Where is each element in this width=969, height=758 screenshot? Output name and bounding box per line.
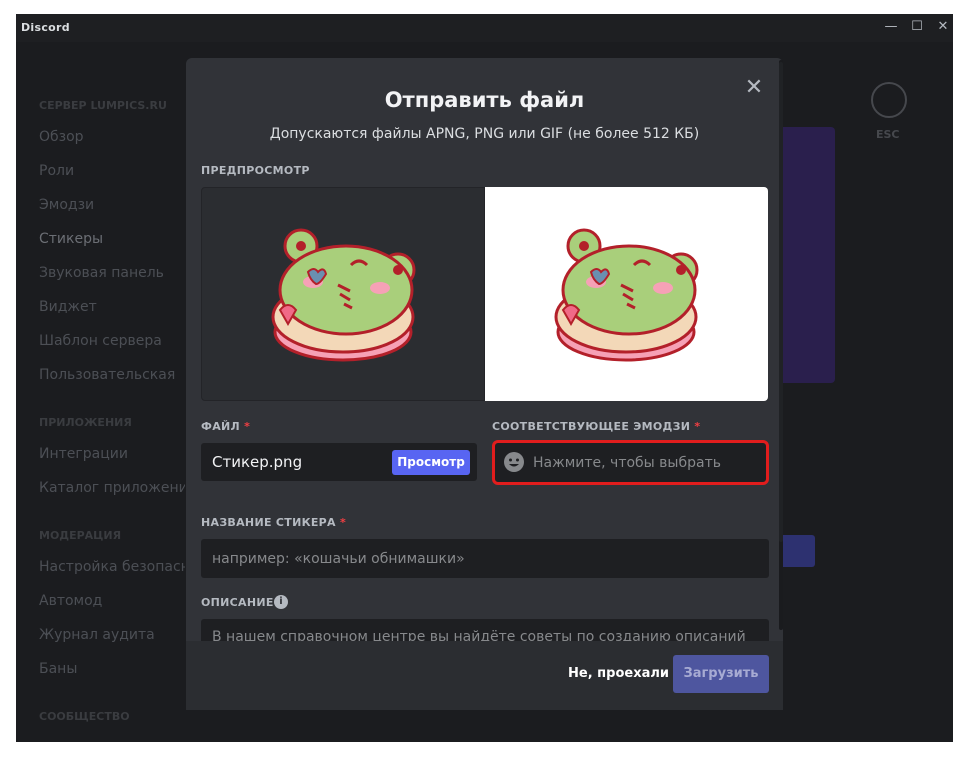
sidebar-item-emoji: Эмодзи	[39, 197, 95, 213]
file-label-text: ФАЙЛ	[201, 420, 240, 433]
sidebar-item-stickers: Стикеры	[39, 231, 104, 247]
emoji-face-icon[interactable]	[503, 451, 525, 473]
sidebar-category: Модерация	[39, 529, 122, 542]
sidebar-item-custom: Пользовательская	[39, 367, 176, 383]
sidebar-item-audit-log: Журнал аудита	[39, 627, 155, 643]
browse-button[interactable]: Просмотр	[392, 450, 470, 475]
modal-title: Отправить файл	[384, 88, 585, 112]
sidebar-item-integrations: Интеграции	[39, 446, 128, 462]
sidebar-item-overview: Обзор	[39, 129, 84, 145]
title-bar: Discord — ☐ ✕	[16, 14, 953, 42]
sidebar-item-bans: Баны	[39, 661, 78, 677]
sidebar-item-template: Шаблон сервера	[39, 333, 162, 349]
description-placeholder: В нашем справочном центре вы найдёте сов…	[212, 629, 746, 641]
emoji-label: СООТВЕТСТВУЮЩЕЕ ЭМОДЗИ *	[492, 420, 700, 433]
esc-close-icon[interactable]	[871, 82, 907, 118]
sticker-name-label-text: НАЗВАНИЕ СТИКЕРА	[201, 516, 336, 529]
sticker-name-placeholder: например: «кошачьи обнимашки»	[212, 551, 465, 567]
required-mark: *	[694, 420, 701, 433]
app-title: Discord	[21, 21, 70, 34]
sticker-image-light	[554, 228, 699, 362]
file-name: Стикер.png	[212, 453, 303, 471]
sticker-name-label: НАЗВАНИЕ СТИКЕРА *	[201, 516, 346, 529]
file-label: ФАЙЛ *	[201, 420, 250, 433]
upload-button[interactable]: Загрузить	[673, 655, 769, 693]
emoji-label-text: СООТВЕТСТВУЮЩЕЕ ЭМОДЗИ	[492, 420, 691, 433]
maximize-icon[interactable]: ☐	[907, 17, 927, 37]
description-label: ОПИСАНИЕ	[201, 596, 274, 609]
description-input[interactable]: В нашем справочном центре вы найдёте сов…	[201, 619, 769, 641]
sidebar-item-automod: Автомод	[39, 593, 103, 609]
sidebar-item-app-directory: Каталог приложений	[39, 480, 185, 496]
esc-label: ESC	[876, 128, 900, 141]
sidebar-item-soundboard: Звуковая панель	[39, 265, 164, 281]
sidebar-category: Приложения	[39, 416, 132, 429]
cancel-button[interactable]: Не, проехали	[568, 666, 669, 681]
emoji-placeholder: Нажмите, чтобы выбрать	[533, 455, 721, 471]
preview-label: ПРЕДПРОСМОТР	[201, 164, 310, 177]
window-close-icon[interactable]: ✕	[933, 17, 953, 37]
info-icon[interactable]: i	[274, 595, 288, 609]
sidebar-item-widget: Виджет	[39, 299, 97, 315]
sidebar-category: Сервер Lumpics.ru	[39, 99, 167, 112]
sidebar-item-safety: Настройка безопасности	[39, 559, 185, 575]
required-mark: *	[244, 420, 251, 433]
sticker-image-dark	[271, 228, 416, 362]
sidebar-item-roles: Роли	[39, 163, 75, 179]
minimize-icon[interactable]: —	[881, 17, 901, 37]
sidebar-category: Сообщество	[39, 710, 130, 723]
required-mark: *	[340, 516, 347, 529]
modal-subtitle: Допускаются файлы APNG, PNG или GIF (не …	[269, 126, 700, 142]
